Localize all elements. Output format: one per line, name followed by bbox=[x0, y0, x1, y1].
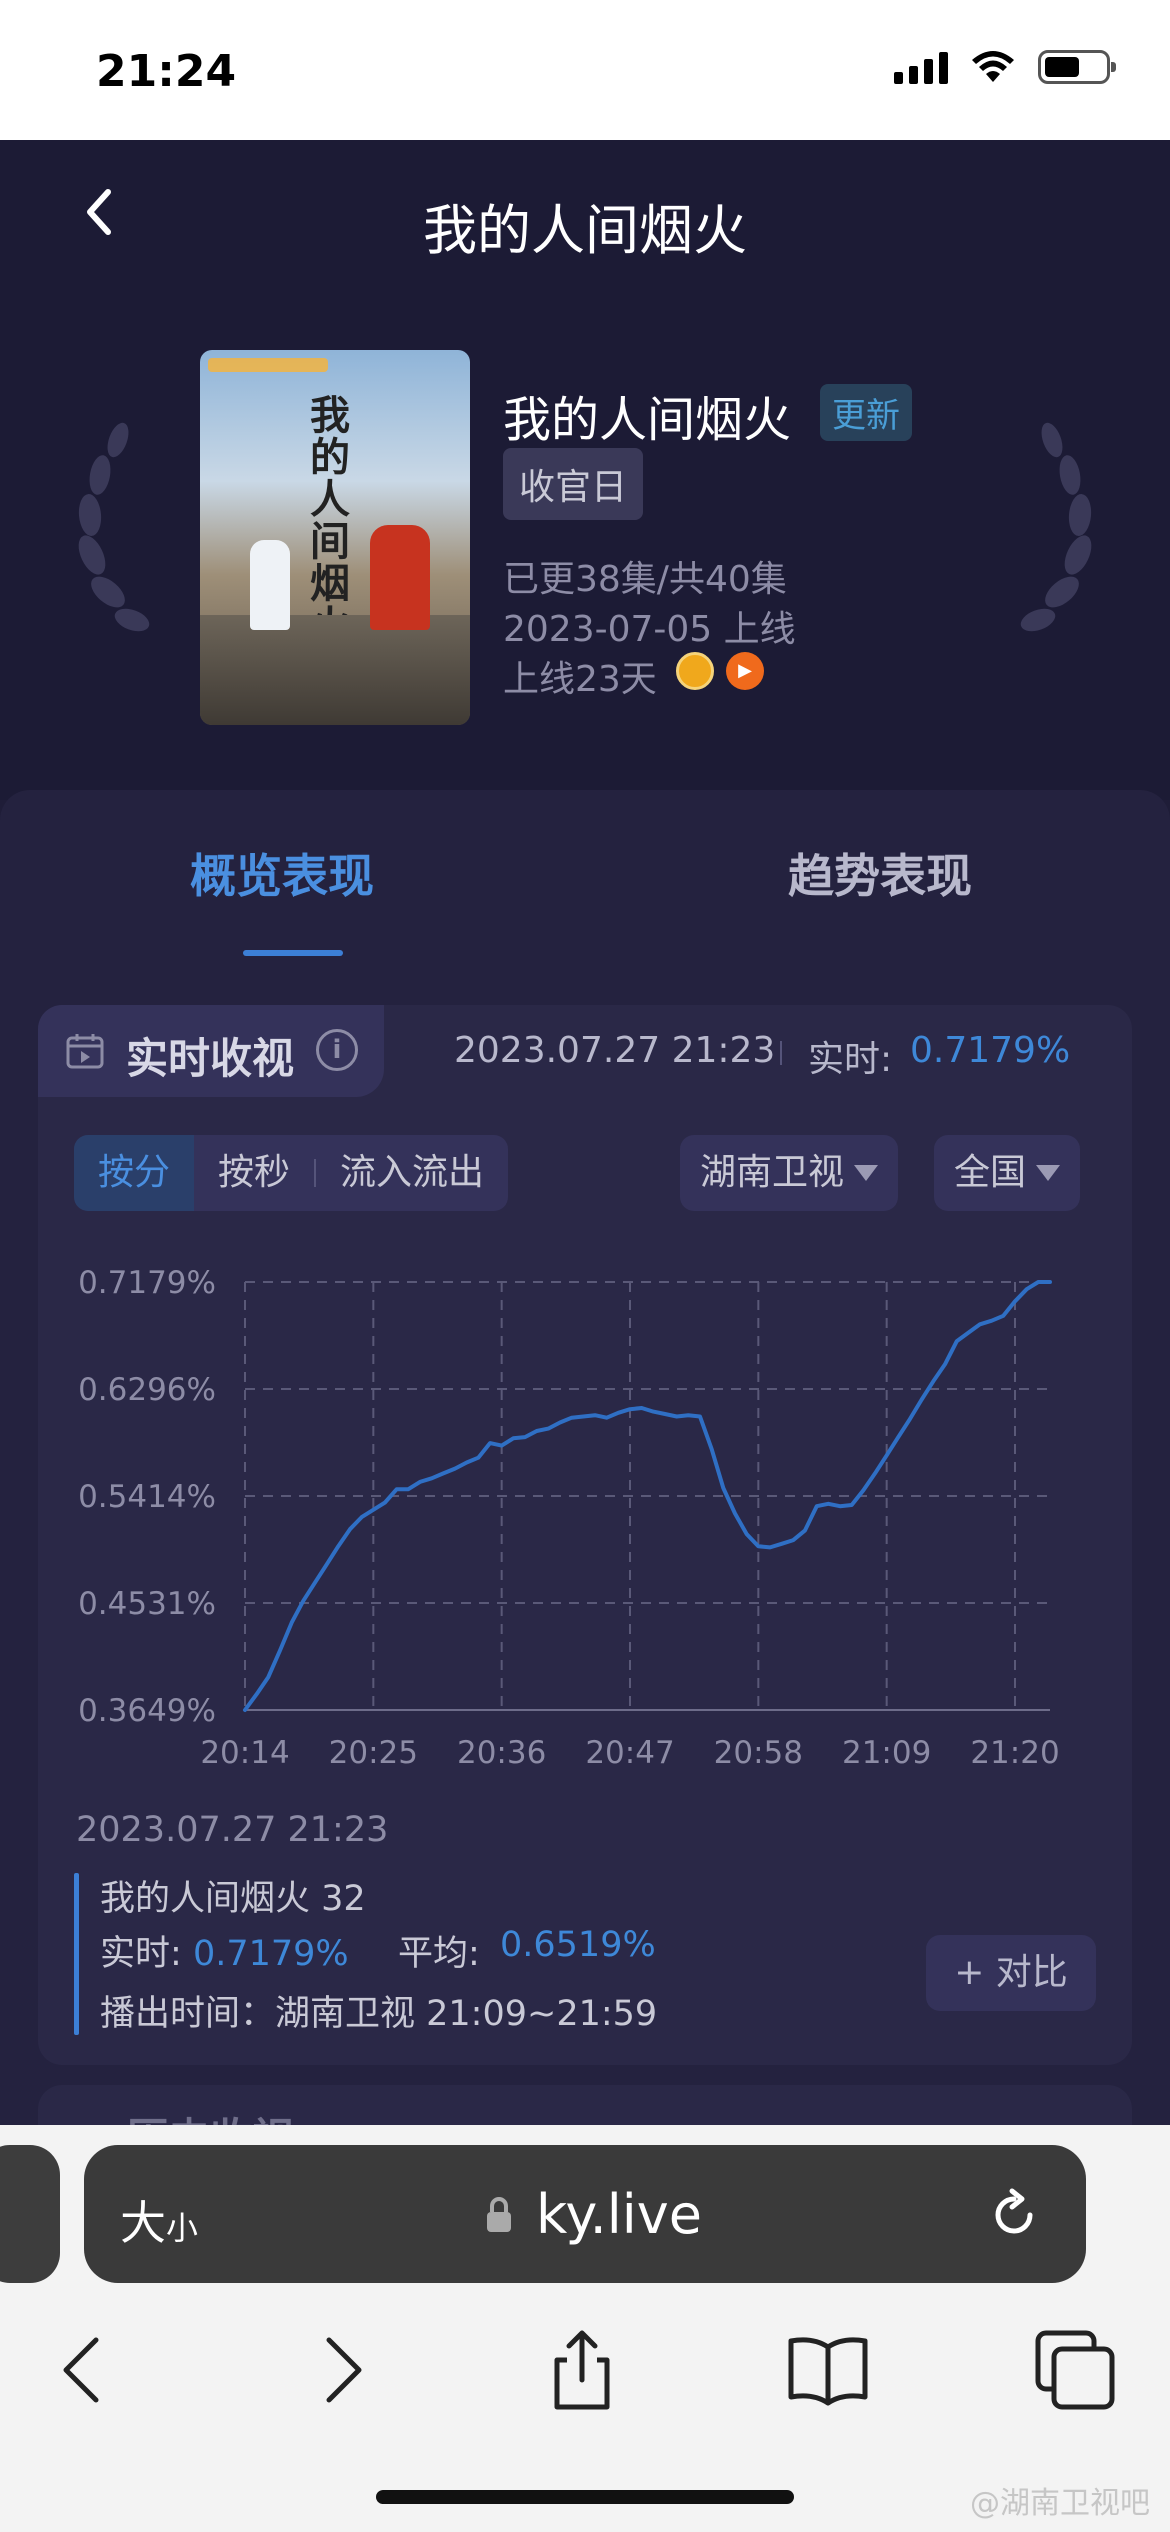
tooltip-avg-value: 0.6519% bbox=[500, 1925, 656, 1965]
share-icon[interactable] bbox=[537, 2325, 627, 2415]
card-title: 实时收视 bbox=[126, 1034, 295, 1083]
platform-icons: ▶ bbox=[676, 652, 764, 690]
back-arrow-icon[interactable] bbox=[40, 2325, 130, 2415]
status-time: 21:24 bbox=[96, 46, 237, 97]
status-bar: 21:24 bbox=[0, 0, 1170, 140]
cellular-signal-icon bbox=[894, 50, 948, 84]
browser-toolbar: 大小 ky.live bbox=[0, 2125, 1170, 2532]
wifi-icon bbox=[972, 51, 1014, 82]
granularity-segmented-control: 按分 按秒 流入流出 bbox=[74, 1135, 509, 1211]
x-tick-label: 20:47 bbox=[585, 1735, 674, 1770]
tooltip-accent-bar bbox=[74, 1873, 79, 2035]
card-title-box: 实时收视 i bbox=[38, 1005, 384, 1097]
tooltip-realtime-value: 0.7179% bbox=[192, 1934, 349, 1974]
tabs-icon[interactable] bbox=[1030, 2325, 1120, 2415]
x-tick-label: 21:09 bbox=[842, 1735, 931, 1770]
battery-icon bbox=[1038, 50, 1116, 84]
text-size-small: 小 bbox=[166, 2209, 199, 2247]
status-icons bbox=[894, 50, 1116, 84]
finale-tag: 收官日 bbox=[503, 448, 644, 520]
hunan-tv-icon bbox=[676, 652, 714, 690]
y-tick-label: 0.5414% bbox=[78, 1479, 216, 1515]
tab-active-indicator bbox=[243, 950, 343, 956]
tab-trend[interactable]: 趋势表现 bbox=[788, 840, 972, 906]
text-size-large: 大 bbox=[120, 2196, 166, 2250]
show-poster[interactable]: 我的人间烟火 bbox=[200, 350, 470, 725]
page-title: 我的人间烟火 bbox=[423, 199, 747, 262]
segment-per-minute[interactable]: 按分 bbox=[74, 1135, 195, 1211]
bookmarks-icon[interactable] bbox=[783, 2325, 873, 2415]
ratings-line-chart[interactable]: 0.7179% 0.6296% 0.5414% 0.4531% 0.3649% 20:14… bbox=[38, 1230, 1132, 1770]
region-dropdown[interactable]: 全国 bbox=[934, 1135, 1081, 1211]
realtime-label: 实时: bbox=[808, 1039, 893, 1080]
triangle-down-icon bbox=[1036, 1165, 1061, 1181]
tooltip-program: 我的人间烟火 32 bbox=[100, 1879, 366, 1919]
mgtv-icon: ▶ bbox=[726, 652, 764, 690]
tooltip-date: 2023.07.27 21:23 bbox=[76, 1810, 389, 1850]
card-divider bbox=[780, 1041, 782, 1065]
channel-dropdown-label: 湖南卫视 bbox=[700, 1152, 845, 1193]
tooltip-avg-label: 平均: bbox=[398, 1934, 480, 1974]
poster-figure-doctor bbox=[250, 540, 290, 630]
realtime-value: 0.7179% bbox=[910, 1030, 1071, 1071]
home-indicator bbox=[376, 2490, 794, 2504]
x-tick-label: 20:25 bbox=[329, 1735, 418, 1770]
reload-icon[interactable] bbox=[984, 2185, 1044, 2245]
calendar-icon bbox=[66, 1034, 104, 1069]
realtime-ratings-card: 实时收视 i 2023.07.27 21:23 实时: 0.7179% 按分 按… bbox=[38, 1005, 1132, 2065]
text-size-button[interactable]: 大小 bbox=[120, 2187, 198, 2253]
card-datetime: 2023.07.27 21:23 bbox=[454, 1030, 776, 1071]
region-dropdown-label: 全国 bbox=[954, 1152, 1027, 1193]
compare-button[interactable]: + 对比 bbox=[926, 1935, 1096, 2011]
laurel-left-icon bbox=[78, 422, 150, 632]
poster-channel-logos bbox=[208, 358, 328, 372]
poster-figure-firefighter bbox=[370, 525, 430, 630]
poster-title-calligraphy: 我的人间烟火 bbox=[310, 392, 350, 647]
channel-dropdown[interactable]: 湖南卫视 bbox=[680, 1135, 899, 1211]
tab-overview[interactable]: 概览表现 bbox=[190, 840, 374, 906]
days-online: 上线23天 bbox=[503, 659, 657, 700]
tooltip-realtime: 实时: 0.7179% bbox=[100, 1925, 349, 1976]
x-tick-label: 20:14 bbox=[200, 1735, 289, 1770]
episode-count: 已更38集/共40集 bbox=[503, 559, 787, 600]
y-tick-label: 0.7179% bbox=[78, 1265, 216, 1301]
info-icon[interactable]: i bbox=[316, 1029, 358, 1071]
segment-per-second[interactable]: 按秒 bbox=[194, 1135, 314, 1211]
previous-tab-peek[interactable] bbox=[0, 2145, 60, 2283]
tooltip-realtime-label: 实时: bbox=[100, 1934, 182, 1974]
forward-arrow-icon[interactable] bbox=[295, 2325, 385, 2415]
app-header: 我的人间烟火 bbox=[0, 140, 1170, 300]
y-tick-label: 0.3649% bbox=[78, 1693, 216, 1729]
show-name: 我的人间烟火 bbox=[503, 392, 792, 448]
triangle-down-icon bbox=[854, 1165, 879, 1181]
x-tick-label: 20:58 bbox=[714, 1735, 803, 1770]
address-bar[interactable]: 大小 ky.live bbox=[84, 2145, 1086, 2283]
x-tick-label: 21:20 bbox=[970, 1735, 1059, 1770]
tooltip-airtime: 播出时间：湖南卫视 21:09~21:59 bbox=[100, 1994, 658, 2034]
poster-rubble bbox=[200, 615, 470, 725]
y-tick-label: 0.6296% bbox=[78, 1372, 216, 1408]
release-date: 2023-07-05 上线 bbox=[503, 609, 796, 650]
y-tick-label: 0.4531% bbox=[78, 1586, 216, 1622]
x-tick-label: 20:36 bbox=[457, 1735, 546, 1770]
segment-flow[interactable]: 流入流出 bbox=[316, 1135, 508, 1211]
url-text: ky.live bbox=[536, 2183, 702, 2246]
laurel-right-icon bbox=[1020, 422, 1092, 632]
lock-icon bbox=[487, 2197, 511, 2232]
show-hero: 我的人间烟火 我的人间烟火 更新 收官日 已更38集/共40集 2023-07-… bbox=[0, 300, 1170, 800]
watermark: @湖南卫视吧 bbox=[970, 2486, 1150, 2521]
update-badge: 更新 bbox=[820, 384, 912, 441]
